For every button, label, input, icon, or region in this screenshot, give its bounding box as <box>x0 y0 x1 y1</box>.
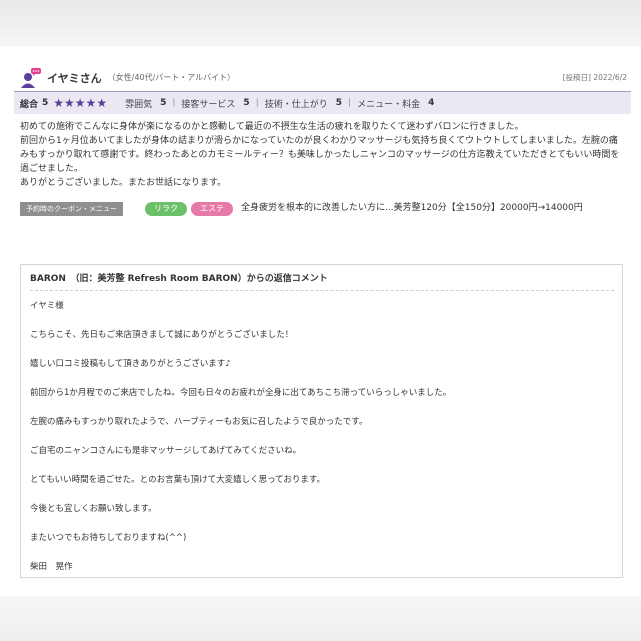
coupon-menu-link[interactable]: 全身疲労を根本的に改善したい方に...美芳整120分【全150分】20000円→… <box>241 202 591 215</box>
review-comment: 初めての施術でこんなに身体が楽になるのかと感動して最近の不摂生な生活の疲れを取り… <box>20 120 620 190</box>
comment-line: 前回から1ヶ月位あいてましたが身体の詰まりが滑らかになっていたのが良くわかりマッ… <box>20 136 620 174</box>
reply-line: 前回から1か月程でのご来店でしたね。今回も日々のお疲れが全身に出てあちこち滞って… <box>30 388 452 398</box>
reply-line: またいつでもお待ちしておりますね(^^) <box>30 533 187 543</box>
review-card: イヤミさん （女性/40代/パート・アルバイト） [投稿日] 2022/6/2 … <box>14 64 631 216</box>
rating-label: 雰囲気 <box>125 99 153 110</box>
coupon-row: 予約時のクーポン・メニュー リラク エステ 全身疲労を根本的に改善したい方に..… <box>20 202 631 216</box>
user-avatar-icon <box>20 67 42 89</box>
top-background <box>0 0 641 46</box>
tag-relax[interactable]: リラク <box>145 202 187 216</box>
comment-line: ありがとうございました。またお世話になります。 <box>20 178 227 188</box>
reply-line: こちらこそ、先日もご来店頂きまして誠にありがとうございました！ <box>30 330 294 340</box>
rating-label: 技術・仕上がり <box>264 99 328 110</box>
salon-reply-box: BARON （旧：美芳整 Refresh Room BARON）からの返信コメン… <box>20 264 623 578</box>
comment-line: 初めての施術でこんなに身体が楽になるのかと感動して最近の不摂生な生活の疲れを取り… <box>20 122 524 132</box>
rating-label: メニュー・料金 <box>357 99 421 110</box>
rating-atmosphere: 雰囲気 5 <box>125 97 166 110</box>
divider: | <box>255 98 259 108</box>
reply-line: とてもいい時間を過ごせた。とのお言葉も頂けて大変嬉しく思っております。 <box>30 475 326 485</box>
tag-esthe[interactable]: エステ <box>191 202 233 216</box>
reply-line: ご自宅のニャンコさんにも是非マッサージしてあげてみてくださいね。 <box>30 446 302 456</box>
coupon-label: 予約時のクーポン・メニュー <box>20 202 123 216</box>
rating-value: 4 <box>428 98 435 108</box>
rating-technique: | 技術・仕上がり 5 <box>250 97 342 110</box>
overall-value: 5 <box>42 98 49 108</box>
post-date: [投稿日] 2022/6/2 <box>562 73 627 82</box>
reply-signature: 柴田 晃作 <box>30 562 73 572</box>
reply-line: 嬉しい口コミ投稿もして頂きありがとうございます♪ <box>30 359 231 369</box>
reviewer-info: （女性/40代/パート・アルバイト） <box>107 73 236 82</box>
star-rating-icon: ★★★★★ <box>53 96 108 110</box>
reply-line: 左腕の痛みもすっかり取れたようで、ハーブティーもお気に召したようで良かったです。 <box>30 417 368 427</box>
overall-label: 総合 <box>20 99 39 110</box>
reply-line: イヤミ様 <box>30 301 64 311</box>
reviewer-name: イヤミさん <box>47 71 102 85</box>
reply-line: 今後とも宜しくお願い致します。 <box>30 504 157 514</box>
reviewer-header: イヤミさん （女性/40代/パート・アルバイト） [投稿日] 2022/6/2 <box>14 64 631 92</box>
ratings-bar: 総合 5 ★★★★★ 雰囲気 5 | 接客サービス 5 | 技術・仕上がり 5 … <box>14 92 631 114</box>
rating-service: | 接客サービス 5 <box>166 97 249 110</box>
bottom-background <box>0 596 641 641</box>
rating-menu-price: | メニュー・料金 4 <box>342 97 434 110</box>
divider: | <box>348 98 352 108</box>
reply-body: イヤミ様 こちらこそ、先日もご来店頂きまして誠にありがとうございました！ 嬉しい… <box>30 292 614 582</box>
reply-title: BARON （旧：美芳整 Refresh Room BARON）からの返信コメン… <box>30 271 614 291</box>
divider: | <box>172 98 176 108</box>
rating-label: 接客サービス <box>181 99 236 110</box>
